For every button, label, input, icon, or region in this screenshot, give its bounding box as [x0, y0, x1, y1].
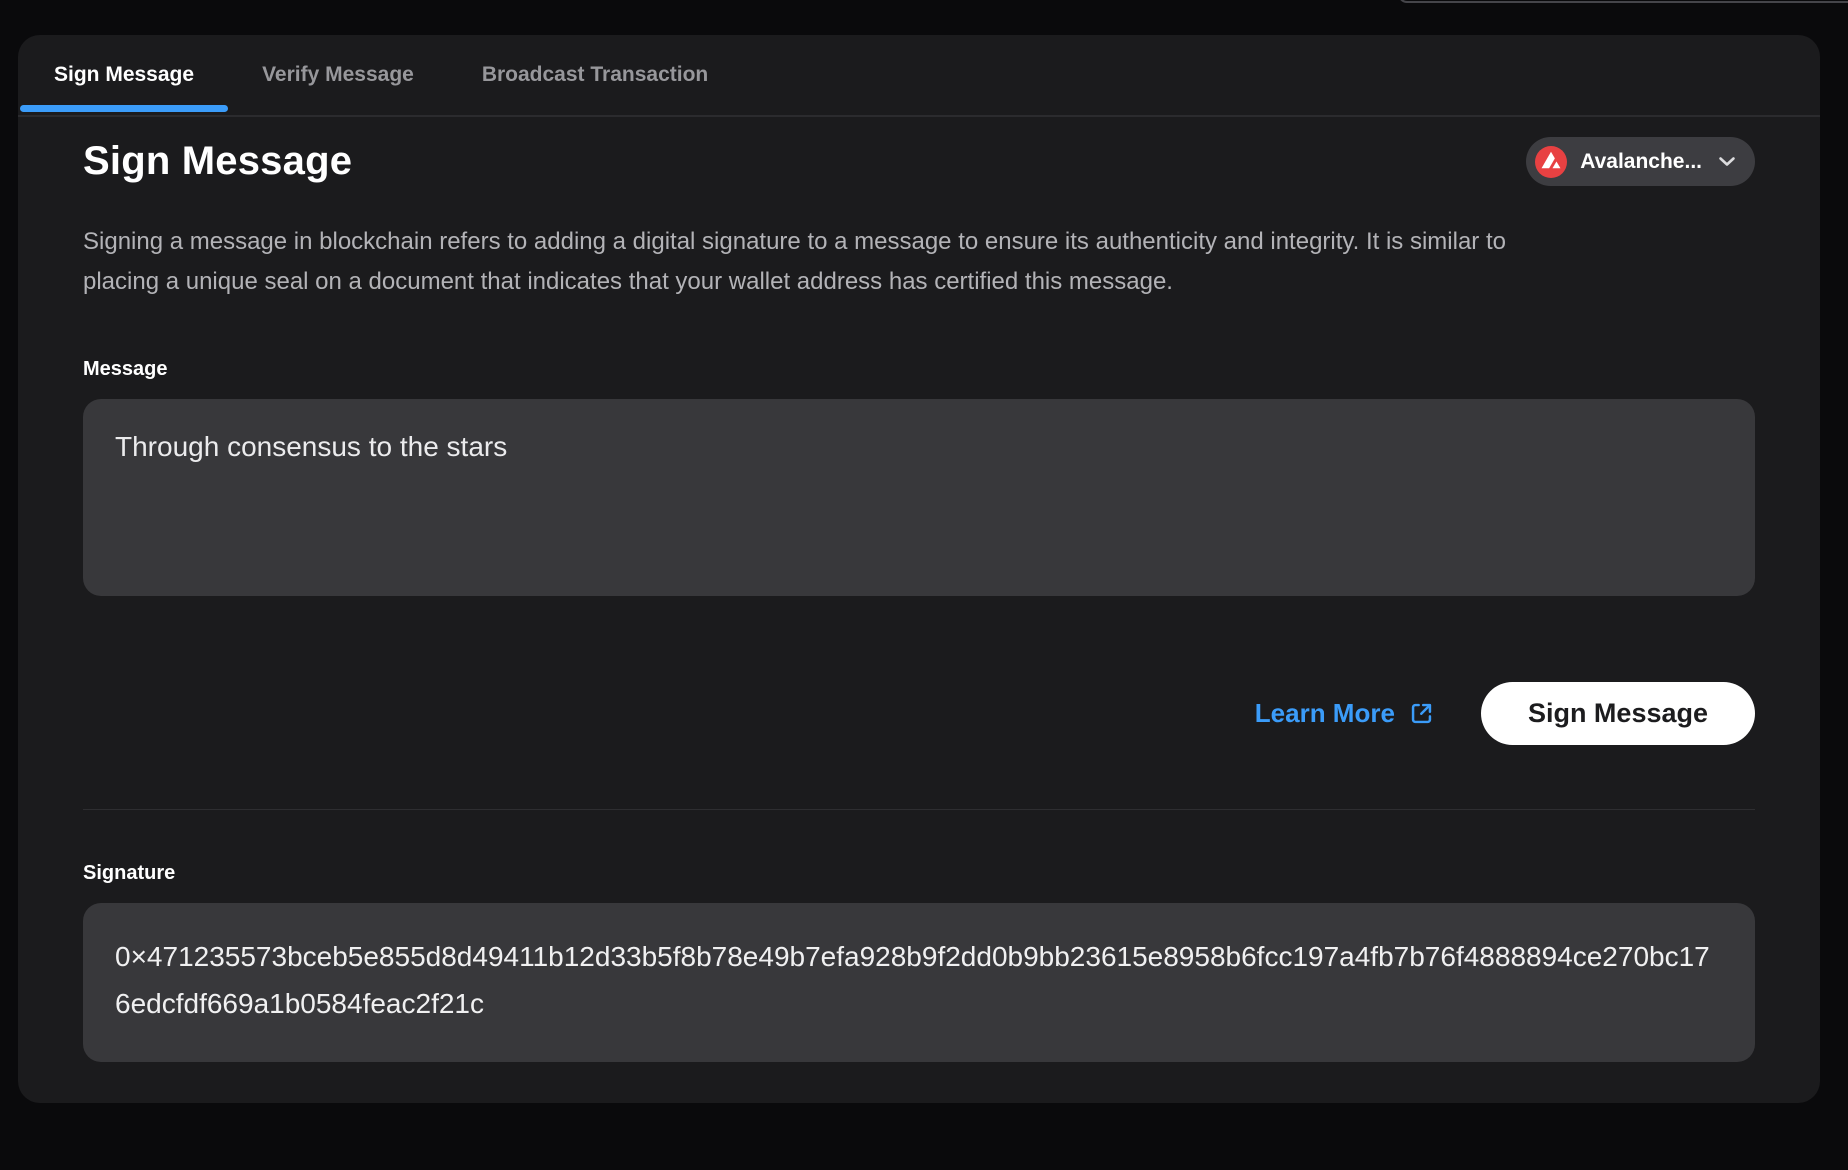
avalanche-logo-icon — [1535, 146, 1567, 178]
page-title: Sign Message — [83, 139, 352, 184]
sign-message-button[interactable]: Sign Message — [1481, 682, 1755, 745]
network-selector[interactable]: Avalanche... — [1526, 137, 1755, 186]
page-description: Signing a message in blockchain refers t… — [83, 222, 1563, 302]
message-input-container: Through consensus to the stars — [83, 399, 1755, 596]
tab-broadcast-transaction[interactable]: Broadcast Transaction — [448, 35, 742, 115]
tab-sign-message[interactable]: Sign Message — [20, 35, 228, 115]
external-link-icon — [1408, 700, 1435, 727]
tab-bar: Sign Message Verify Message Broadcast Tr… — [18, 35, 1820, 117]
network-name: Avalanche... — [1580, 150, 1702, 174]
divider — [83, 809, 1755, 810]
title-row: Sign Message Avalanche... — [83, 137, 1755, 186]
chevron-down-icon — [1718, 156, 1736, 167]
sign-message-card: Sign Message Verify Message Broadcast Tr… — [18, 35, 1820, 1103]
signature-label: Signature — [83, 862, 1755, 885]
offscreen-element-edge — [1398, 0, 1848, 3]
actions-row: Learn More Sign Message — [83, 682, 1755, 745]
learn-more-link[interactable]: Learn More — [1255, 698, 1435, 729]
message-input[interactable]: Through consensus to the stars — [83, 399, 1755, 596]
tab-verify-message[interactable]: Verify Message — [228, 35, 448, 115]
message-label: Message — [83, 358, 1755, 381]
signature-output: 0×471235573bceb5e855d8d49411b12d33b5f8b7… — [83, 903, 1755, 1062]
card-content: Sign Message Avalanche... Signing a mess… — [18, 137, 1820, 1062]
learn-more-label: Learn More — [1255, 698, 1395, 729]
